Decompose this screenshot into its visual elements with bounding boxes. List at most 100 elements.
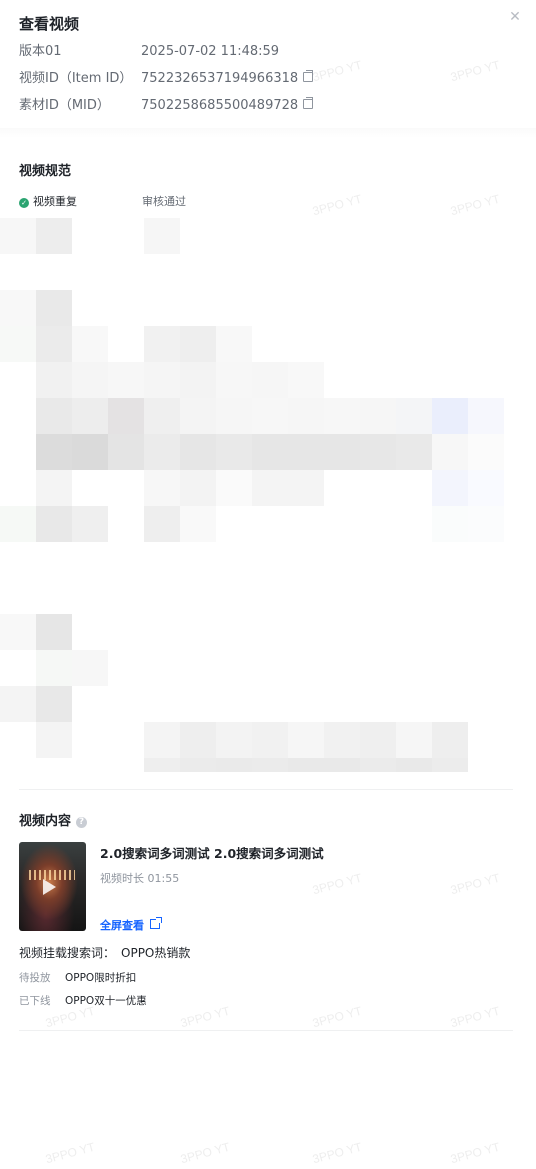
mosaic-block: [36, 290, 72, 326]
mosaic-block: [144, 218, 180, 254]
mosaic-block: [36, 398, 72, 434]
mosaic-block: [216, 362, 252, 398]
mosaic-block: [288, 362, 324, 398]
mosaic-block: [72, 398, 108, 434]
mosaic-block: [144, 506, 180, 542]
watermark: 3PPO YT: [311, 1139, 364, 1167]
item-id-value-wrap: 7522326537194966318: [141, 70, 314, 88]
keyword-text: OPPO双十一优惠: [65, 995, 147, 1007]
divider: [19, 1030, 513, 1031]
mosaic-block: [108, 398, 144, 434]
watermark: 3PPO YT: [449, 191, 502, 219]
mosaic-block: [36, 218, 72, 254]
mosaic-block: [36, 470, 72, 506]
mosaic-block: [252, 470, 288, 506]
watermark: 3PPO YT: [311, 870, 364, 898]
mosaic-block: [324, 434, 360, 470]
mosaic-block: [36, 362, 72, 398]
mosaic-block: [396, 722, 432, 758]
video-duration: 视频时长 01:55: [100, 872, 180, 885]
mosaic-block: [216, 434, 252, 470]
mosaic-block: [360, 434, 396, 470]
mosaic-block: [0, 290, 36, 326]
mosaic-block: [396, 398, 432, 434]
mosaic-block: [432, 398, 468, 434]
mosaic-block: [0, 686, 36, 722]
copy-icon[interactable]: [303, 97, 314, 109]
play-icon[interactable]: [43, 879, 56, 895]
keyword-status: 待投放: [19, 972, 51, 984]
content-title-text: 视频内容: [19, 814, 72, 829]
keyword-row: 已下线 OPPO双十一优惠: [19, 993, 147, 1009]
mosaic-block: [288, 398, 324, 434]
item-id-label: 视频ID（Item ID）: [19, 71, 133, 86]
mosaic-block: [144, 758, 180, 772]
watermark: 3PPO YT: [449, 1003, 502, 1031]
mosaic-block: [144, 398, 180, 434]
copy-icon[interactable]: [303, 70, 314, 82]
help-icon[interactable]: ?: [76, 817, 88, 828]
check-item: ✓ 视频重复: [19, 194, 77, 210]
mosaic-block: [0, 506, 36, 542]
mosaic-block: [288, 434, 324, 470]
spec-section-title: 视频规范: [19, 164, 72, 179]
mounted-keyword-line: 视频挂载搜索词： OPPO热销款: [19, 944, 190, 961]
mosaic-block: [180, 326, 216, 362]
version-time: 2025-07-02 11:48:59: [141, 44, 280, 59]
watermark: 3PPO YT: [449, 870, 502, 898]
mosaic-block: [252, 434, 288, 470]
video-thumbnail[interactable]: [19, 842, 86, 931]
check-circle-icon: ✓: [19, 198, 29, 208]
mid-value: 7502258685500489728: [141, 98, 299, 113]
mosaic-block: [432, 722, 468, 758]
watermark: 3PPO YT: [179, 1139, 232, 1167]
mosaic-block: [72, 326, 108, 362]
mosaic-block: [36, 650, 72, 686]
mosaic-block: [324, 398, 360, 434]
mosaic-block: [288, 470, 324, 506]
mosaic-block: [36, 686, 72, 722]
mosaic-block: [0, 218, 36, 254]
mosaic-block: [72, 650, 108, 686]
fullscreen-link[interactable]: 全屏查看: [100, 917, 162, 933]
keyword-row: 待投放 OPPO限时折扣: [19, 970, 136, 986]
mosaic-block: [180, 758, 216, 772]
mosaic-block: [180, 470, 216, 506]
section-divider: [0, 128, 536, 138]
mosaic-block: [36, 326, 72, 362]
mosaic-block: [108, 434, 144, 470]
watermark: 3PPO YT: [449, 1139, 502, 1167]
mid-value-wrap: 7502258685500489728: [141, 97, 314, 115]
blurred-content-area: [0, 218, 536, 772]
keyword-status: 已下线: [19, 995, 51, 1007]
close-icon[interactable]: ✕: [507, 9, 523, 25]
mosaic-block: [108, 362, 144, 398]
mosaic-block: [360, 398, 396, 434]
mosaic-block: [180, 362, 216, 398]
drawer-title: 查看视频: [19, 15, 80, 33]
mosaic-block: [468, 398, 504, 434]
mosaic-block: [36, 614, 72, 650]
watermark: 3PPO YT: [311, 57, 364, 85]
mosaic-block: [216, 470, 252, 506]
mosaic-block: [360, 758, 396, 772]
mosaic-block: [180, 434, 216, 470]
mid-label: 素材ID（MID）: [19, 98, 110, 113]
mosaic-block: [432, 434, 468, 470]
mosaic-block: [216, 398, 252, 434]
mosaic-block: [180, 722, 216, 758]
watermark: 3PPO YT: [44, 1139, 97, 1167]
mosaic-block: [432, 758, 468, 772]
mosaic-block: [252, 758, 288, 772]
check-status: 审核通过: [142, 195, 186, 208]
mosaic-block: [396, 758, 432, 772]
mosaic-block: [72, 506, 108, 542]
mosaic-block: [216, 326, 252, 362]
mosaic-block: [288, 722, 324, 758]
mosaic-block: [216, 758, 252, 772]
keyword-text: OPPO限时折扣: [65, 972, 137, 984]
mosaic-block: [432, 470, 468, 506]
fullscreen-label: 全屏查看: [100, 919, 144, 932]
external-link-icon: [150, 917, 162, 929]
watermark: 3PPO YT: [179, 1003, 232, 1031]
